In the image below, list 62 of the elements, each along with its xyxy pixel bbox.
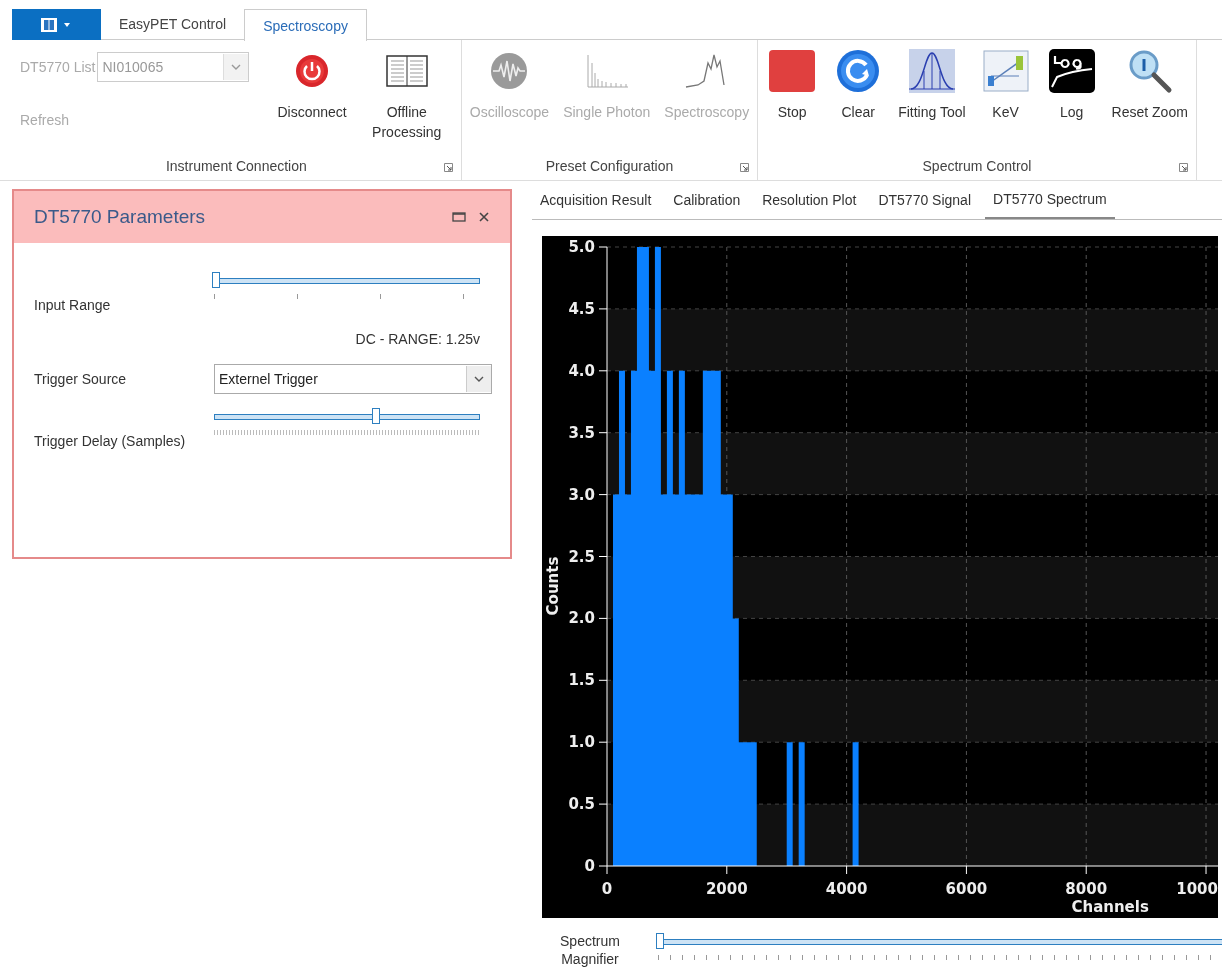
slider-thumb[interactable] [656,933,664,949]
trigger-source-select[interactable]: Externel Trigger [214,364,492,394]
ribbon-button[interactable]: Reset Zoom [1111,46,1188,152]
y-tick-label: 1.5 [568,671,595,690]
result-tab[interactable]: DT5770 Signal [870,181,979,219]
power-icon [294,53,331,89]
x-tick-label: 0 [601,880,613,898]
ribbon-button[interactable]: Offline Processing [360,46,453,152]
y-tick-label: 2.0 [568,609,595,628]
dialog-launcher-icon[interactable] [740,163,750,172]
panel-title: DT5770 Parameters [34,206,207,228]
y-tick-label: 0 [584,857,595,875]
result-tab[interactable]: DT5770 Spectrum [985,181,1115,219]
group-label: Instrument Connection [165,158,307,174]
x-tick-label: 8000 [1065,880,1108,898]
ribbon-button[interactable]: Fitting Tool [898,46,966,152]
group-label: Spectrum Control [922,158,1032,174]
magnifier-label: Spectrum Magnifier [559,932,621,968]
parameter-label: Trigger Delay (Samples) [34,433,187,451]
y-tick-label: 0.5 [568,795,595,814]
x-tick-label: 1000 [1176,880,1218,898]
x-tick-label: 2000 [705,880,748,898]
y-tick-label: 5.0 [568,238,595,256]
group-label: Preset Configuration [545,158,674,174]
ribbon-button[interactable]: Clear [832,46,885,152]
close-icon[interactable] [478,211,490,223]
y-tick-label: 3.0 [568,485,595,504]
ribbon-button[interactable]: Log [1045,46,1098,152]
y-tick-label: 3.5 [568,423,595,442]
book-icon [384,53,429,89]
waveform-icon [489,51,530,91]
x-tick-label: 4000 [825,880,868,898]
ribbon-button[interactable]: KeV [979,46,1032,152]
log-scale-icon [1048,49,1095,93]
ribbon-button[interactable]: Disconnect [277,46,347,152]
result-tab[interactable]: Resolution Plot [754,181,865,219]
x-tick-label: 6000 [945,880,988,898]
ribbon-tab[interactable]: Spectroscopy [244,9,367,41]
chevron-down-icon [474,376,484,382]
ribbon-button[interactable]: Stop [766,46,819,152]
device-list-label: DT5770 List [20,59,96,75]
y-tick-label: 1.0 [568,733,595,752]
gaussian-curve-icon [908,49,955,93]
result-tab[interactable]: Calibration [665,181,749,219]
dialog-launcher-icon[interactable] [443,163,453,172]
slider-thumb[interactable] [371,408,380,424]
y-tick-label: 2.5 [568,547,595,566]
dialog-launcher-icon[interactable] [1178,163,1188,172]
app-menu-button[interactable] [12,9,101,40]
x-axis-title: Channels [1071,898,1149,916]
parameter-label: Trigger Source [34,371,128,387]
y-tick-label: 4.5 [568,299,595,318]
slider-thumb[interactable] [212,272,220,288]
result-tab[interactable]: Acquisition Result [532,181,660,219]
parameter-label: Input Range [34,297,112,315]
range-readout: DC - RANGE: 1.25v [355,331,480,347]
stop-icon [768,49,817,93]
chevron-down-icon [231,64,242,70]
refresh-circle-icon [836,49,881,93]
y-axis-title: Counts [544,556,562,616]
y-tick-label: 4.0 [568,361,595,380]
maximize-icon[interactable] [452,211,466,223]
